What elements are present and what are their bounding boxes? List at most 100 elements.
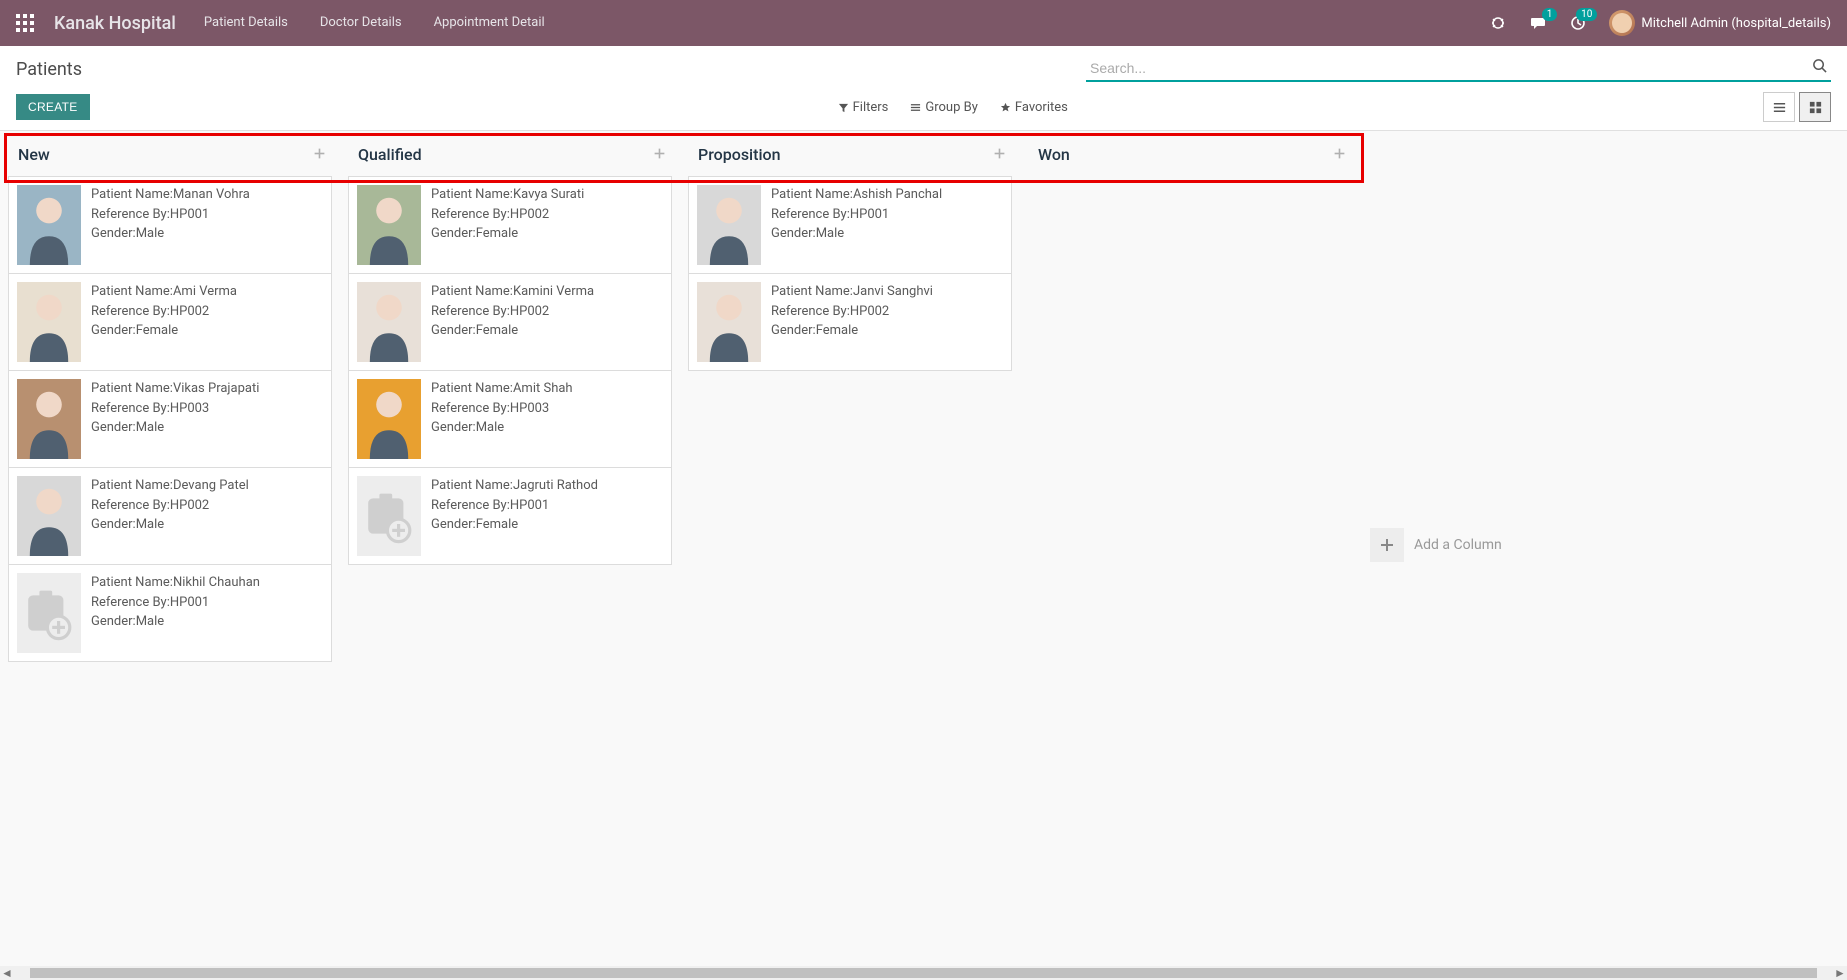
column-title: New — [18, 145, 50, 164]
user-label: Mitchell Admin (hospital_details) — [1641, 16, 1831, 31]
card-image — [17, 476, 81, 556]
card-name: Patient Name:Janvi Sanghvi — [771, 282, 933, 302]
column-header[interactable]: Qualified — [348, 131, 672, 176]
card-name: Patient Name:Manan Vohra — [91, 185, 250, 205]
nav-link-patient-details[interactable]: Patient Details — [188, 0, 304, 46]
card-name: Patient Name:Jagruti Rathod — [431, 476, 598, 496]
search-icon[interactable] — [1812, 58, 1827, 77]
card-reference: Reference By:HP001 — [91, 593, 260, 613]
kanban-card[interactable]: Patient Name:Ashish Panchal Reference By… — [688, 176, 1012, 274]
groupby-label: Group By — [925, 100, 978, 115]
card-content: Patient Name:Vikas Prajapati Reference B… — [91, 371, 267, 467]
horizontal-scrollbar[interactable]: ◄ ► — [0, 966, 1847, 980]
card-gender: Gender:Female — [91, 321, 237, 341]
card-name: Patient Name:Ashish Panchal — [771, 185, 942, 205]
column-add-icon[interactable] — [653, 146, 666, 164]
card-reference: Reference By:HP002 — [91, 302, 237, 322]
card-image — [357, 185, 421, 265]
kanban-column: Qualified Patient Name:Kavya Surati Refe… — [340, 131, 680, 959]
card-content: Patient Name:Ashish Panchal Reference By… — [771, 177, 950, 273]
card-gender: Gender:Male — [91, 418, 259, 438]
kanban-card[interactable]: Patient Name:Amit Shah Reference By:HP00… — [348, 371, 672, 468]
card-reference: Reference By:HP002 — [91, 496, 249, 516]
scroll-right-icon[interactable]: ► — [1833, 966, 1847, 980]
card-image — [17, 282, 81, 362]
nav-right: 1 10 Mitchell Admin (hospital_details) — [1481, 6, 1839, 40]
kanban-card[interactable]: Patient Name:Kamini Verma Reference By:H… — [348, 274, 672, 371]
user-menu[interactable]: Mitchell Admin (hospital_details) — [1601, 10, 1831, 36]
brand-title[interactable]: Kanak Hospital — [42, 13, 188, 34]
avatar — [1609, 10, 1635, 36]
card-image — [357, 379, 421, 459]
scroll-thumb[interactable] — [30, 968, 1817, 978]
card-gender: Gender:Female — [431, 321, 594, 341]
plus-icon — [1370, 528, 1404, 562]
top-navbar: Kanak Hospital Patient Details Doctor De… — [0, 0, 1847, 46]
kanban-card[interactable]: Patient Name:Kavya Surati Reference By:H… — [348, 176, 672, 274]
favorites-button[interactable]: Favorites — [1000, 100, 1068, 115]
card-content: Patient Name:Nikhil Chauhan Reference By… — [91, 565, 268, 661]
card-image — [17, 379, 81, 459]
card-reference: Reference By:HP003 — [91, 399, 259, 419]
add-column-label: Add a Column — [1414, 537, 1502, 553]
nav-link-appointment-detail[interactable]: Appointment Detail — [418, 0, 561, 46]
card-gender: Gender:Male — [91, 515, 249, 535]
kanban-view-button[interactable] — [1799, 92, 1831, 122]
kanban-column: Won — [1020, 131, 1360, 959]
add-column-button[interactable]: Add a Column — [1360, 131, 1550, 959]
apps-icon[interactable] — [8, 6, 42, 40]
kanban-card[interactable]: Patient Name:Janvi Sanghvi Reference By:… — [688, 274, 1012, 371]
kanban-card[interactable]: Patient Name:Ami Verma Reference By:HP00… — [8, 274, 332, 371]
card-gender: Gender:Male — [771, 224, 942, 244]
nav-link-doctor-details[interactable]: Doctor Details — [304, 0, 418, 46]
search-tools: Filters Group By Favorites — [838, 100, 1068, 115]
activity-icon[interactable]: 10 — [1561, 6, 1595, 40]
card-name: Patient Name:Kavya Surati — [431, 185, 584, 205]
column-title: Qualified — [358, 145, 422, 164]
list-view-button[interactable] — [1763, 92, 1795, 122]
messaging-icon[interactable]: 1 — [1521, 6, 1555, 40]
debug-icon[interactable] — [1481, 6, 1515, 40]
card-content: Patient Name:Ami Verma Reference By:HP00… — [91, 274, 245, 370]
card-image — [697, 282, 761, 362]
scroll-left-icon[interactable]: ◄ — [0, 966, 14, 980]
card-image — [357, 282, 421, 362]
search-wrap — [1086, 56, 1831, 82]
kanban-card[interactable]: Patient Name:Devang Patel Reference By:H… — [8, 468, 332, 565]
column-add-icon[interactable] — [313, 146, 326, 164]
column-header[interactable]: Proposition — [688, 131, 1012, 176]
card-content: Patient Name:Amit Shah Reference By:HP00… — [431, 371, 581, 467]
kanban-column: Proposition Patient Name:Ashish Panchal … — [680, 131, 1020, 959]
create-button[interactable]: CREATE — [16, 94, 90, 120]
kanban-card[interactable]: Patient Name:Nikhil Chauhan Reference By… — [8, 565, 332, 662]
groupby-button[interactable]: Group By — [910, 100, 978, 115]
card-gender: Gender:Male — [91, 224, 250, 244]
kanban-card[interactable]: Patient Name:Jagruti Rathod Reference By… — [348, 468, 672, 565]
favorites-label: Favorites — [1015, 100, 1068, 115]
card-name: Patient Name:Ami Verma — [91, 282, 237, 302]
nav-links: Patient Details Doctor Details Appointme… — [188, 0, 561, 46]
card-name: Patient Name:Nikhil Chauhan — [91, 573, 260, 593]
column-add-icon[interactable] — [993, 146, 1006, 164]
column-header[interactable]: New — [8, 131, 332, 176]
column-add-icon[interactable] — [1333, 146, 1346, 164]
card-name: Patient Name:Devang Patel — [91, 476, 249, 496]
column-header[interactable]: Won — [1028, 131, 1352, 176]
column-title: Won — [1038, 145, 1070, 164]
messaging-badge: 1 — [1542, 8, 1558, 21]
search-input[interactable] — [1086, 56, 1831, 82]
card-image — [697, 185, 761, 265]
filters-button[interactable]: Filters — [838, 100, 889, 115]
card-content: Patient Name:Kavya Surati Reference By:H… — [431, 177, 592, 273]
control-panel: Patients CREATE Filters Group By Favorit… — [0, 46, 1847, 131]
kanban-board: New Patient Name:Manan Vohra Reference B… — [0, 131, 1847, 959]
card-gender: Gender:Male — [431, 418, 573, 438]
view-switch — [1763, 92, 1831, 122]
card-content: Patient Name:Kamini Verma Reference By:H… — [431, 274, 602, 370]
card-gender: Gender:Female — [771, 321, 933, 341]
card-image — [17, 185, 81, 265]
kanban-card[interactable]: Patient Name:Manan Vohra Reference By:HP… — [8, 176, 332, 274]
activity-badge: 10 — [1576, 8, 1597, 21]
card-reference: Reference By:HP001 — [771, 205, 942, 225]
kanban-card[interactable]: Patient Name:Vikas Prajapati Reference B… — [8, 371, 332, 468]
